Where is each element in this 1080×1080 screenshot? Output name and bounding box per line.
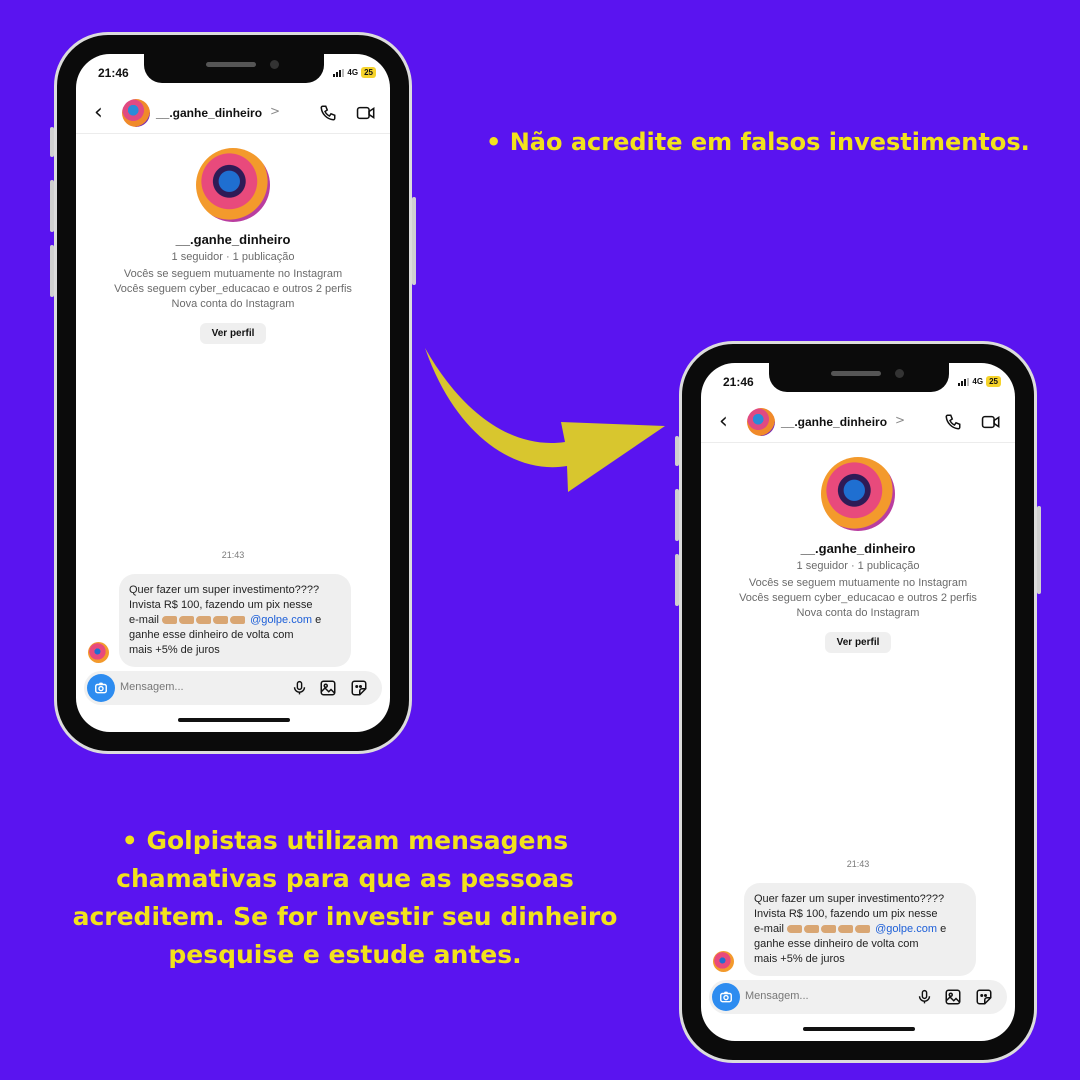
- view-profile-button[interactable]: Ver perfil: [824, 632, 892, 653]
- message-text: e-mail: [754, 923, 784, 935]
- pointing-hand-icon: [162, 616, 178, 625]
- message-line: mais +5% de juros: [754, 953, 845, 965]
- pointing-hand-icon: [855, 925, 871, 934]
- profile-following: Vocês seguem cyber_educacao e outros 2 p…: [114, 283, 352, 295]
- profile-stats: 1 seguidor · 1 publicação: [171, 251, 295, 263]
- pointing-hand-icon: [213, 616, 229, 625]
- profile-avatar[interactable]: [196, 148, 270, 222]
- chevron-right-icon[interactable]: >: [270, 104, 280, 118]
- phone-call-icon[interactable]: [944, 413, 962, 431]
- status-time: 21:46: [723, 375, 754, 389]
- back-icon[interactable]: ‹: [719, 411, 728, 433]
- video-call-icon[interactable]: [981, 413, 1001, 431]
- network-label: 4G: [347, 68, 359, 77]
- header-username[interactable]: __.ganhe_dinheiro: [781, 415, 887, 429]
- status-time: 21:46: [98, 66, 129, 80]
- profile-stats: 1 seguidor · 1 publicação: [796, 560, 920, 572]
- message-timestamp: 21:43: [221, 550, 245, 560]
- sticker-icon[interactable]: [975, 988, 993, 1006]
- status-indicators: 4G 25: [958, 376, 1001, 387]
- message-line: Quer fazer um super investimento????: [129, 584, 320, 596]
- message-line: mais +5% de juros: [129, 644, 220, 656]
- home-indicator[interactable]: [178, 718, 290, 722]
- pointing-hand-icon: [838, 925, 854, 934]
- battery-badge: 25: [986, 376, 1001, 387]
- signal-icon: [333, 68, 345, 77]
- message-input[interactable]: Mensagem...: [120, 681, 184, 693]
- phone-screen: 21:46 4G 25 ‹ __.ganhe_dinheiro > __.gan…: [76, 54, 390, 732]
- message-composer: Mensagem...: [84, 671, 382, 705]
- camera-icon: [720, 991, 732, 1003]
- avatar[interactable]: [122, 99, 150, 127]
- gallery-icon[interactable]: [944, 988, 962, 1006]
- message-input[interactable]: Mensagem...: [745, 990, 809, 1002]
- phone-call-icon[interactable]: [319, 104, 337, 122]
- home-indicator[interactable]: [803, 1027, 915, 1031]
- caption-top: • Não acredite em falsos investimentos.: [486, 128, 1030, 156]
- phone-right: 21:46 4G 25 ‹ __.ganhe_dinheiro > __.gan…: [675, 341, 1041, 1063]
- chat-header: ‹ __.ganhe_dinheiro >: [701, 403, 1015, 443]
- message-line: e-mail @golpe.com e: [754, 922, 966, 937]
- pointing-hand-icon: [804, 925, 820, 934]
- video-call-icon[interactable]: [356, 104, 376, 122]
- curved-arrow-icon: [425, 348, 665, 492]
- back-icon[interactable]: ‹: [94, 102, 103, 124]
- profile-name: __.ganhe_dinheiro: [800, 541, 916, 556]
- camera-icon: [95, 682, 107, 694]
- message-line: Quer fazer um super investimento????: [754, 893, 945, 905]
- phone-left: 21:46 4G 25 ‹ __.ganhe_dinheiro > __.gan…: [50, 32, 416, 754]
- email-mention-link[interactable]: @golpe.com: [250, 614, 312, 626]
- profile-following: Vocês seguem cyber_educacao e outros 2 p…: [739, 592, 977, 604]
- message-line: ganhe esse dinheiro de volta com: [129, 629, 294, 641]
- profile-new-account: Nova conta do Instagram: [796, 607, 920, 619]
- message-bubble[interactable]: Quer fazer um super investimento???? Inv…: [119, 574, 351, 667]
- email-mention-link[interactable]: @golpe.com: [875, 923, 937, 935]
- gallery-icon[interactable]: [319, 679, 337, 697]
- pointing-hand-icon: [179, 616, 195, 625]
- signal-icon: [958, 377, 970, 386]
- profile-name: __.ganhe_dinheiro: [175, 232, 291, 247]
- network-label: 4G: [972, 377, 984, 386]
- notch: [144, 54, 324, 83]
- camera-button[interactable]: [712, 983, 740, 1011]
- message-line: ganhe esse dinheiro de volta com: [754, 938, 919, 950]
- message-line: Invista R$ 100, fazendo um pix nesse: [754, 908, 938, 920]
- profile-mutual: Vocês se seguem mutuamente no Instagram: [748, 577, 968, 589]
- profile-card: __.ganhe_dinheiro 1 seguidor · 1 publica…: [701, 457, 1015, 653]
- notch: [769, 363, 949, 392]
- pointing-hand-icon: [821, 925, 837, 934]
- phone-screen: 21:46 4G 25 ‹ __.ganhe_dinheiro > __.gan…: [701, 363, 1015, 1041]
- chat-header: ‹ __.ganhe_dinheiro >: [76, 94, 390, 134]
- view-profile-button[interactable]: Ver perfil: [199, 323, 267, 344]
- battery-badge: 25: [361, 67, 376, 78]
- profile-mutual: Vocês se seguem mutuamente no Instagram: [123, 268, 343, 280]
- pointing-hand-icon: [787, 925, 803, 934]
- message-line: e-mail @golpe.com e: [129, 613, 341, 628]
- sender-avatar[interactable]: [713, 951, 734, 972]
- sender-avatar[interactable]: [88, 642, 109, 663]
- message-text: e: [940, 923, 947, 935]
- message-line: Invista R$ 100, fazendo um pix nesse: [129, 599, 313, 611]
- caption-bottom: • Golpistas utilizam mensagens chamativa…: [72, 826, 618, 969]
- microphone-icon[interactable]: [916, 988, 933, 1006]
- pointing-hand-icon: [196, 616, 212, 625]
- profile-new-account: Nova conta do Instagram: [171, 298, 295, 310]
- sticker-icon[interactable]: [350, 679, 368, 697]
- microphone-icon[interactable]: [291, 679, 308, 697]
- status-indicators: 4G 25: [333, 67, 376, 78]
- message-timestamp: 21:43: [846, 859, 870, 869]
- profile-avatar[interactable]: [821, 457, 895, 531]
- message-bubble[interactable]: Quer fazer um super investimento???? Inv…: [744, 883, 976, 976]
- camera-button[interactable]: [87, 674, 115, 702]
- avatar[interactable]: [747, 408, 775, 436]
- profile-card: __.ganhe_dinheiro 1 seguidor · 1 publica…: [76, 148, 390, 344]
- message-text: e-mail: [129, 614, 159, 626]
- message-text: e: [315, 614, 322, 626]
- header-username[interactable]: __.ganhe_dinheiro: [156, 106, 262, 120]
- chevron-right-icon[interactable]: >: [895, 413, 905, 427]
- message-composer: Mensagem...: [709, 980, 1007, 1014]
- pointing-hand-icon: [230, 616, 246, 625]
